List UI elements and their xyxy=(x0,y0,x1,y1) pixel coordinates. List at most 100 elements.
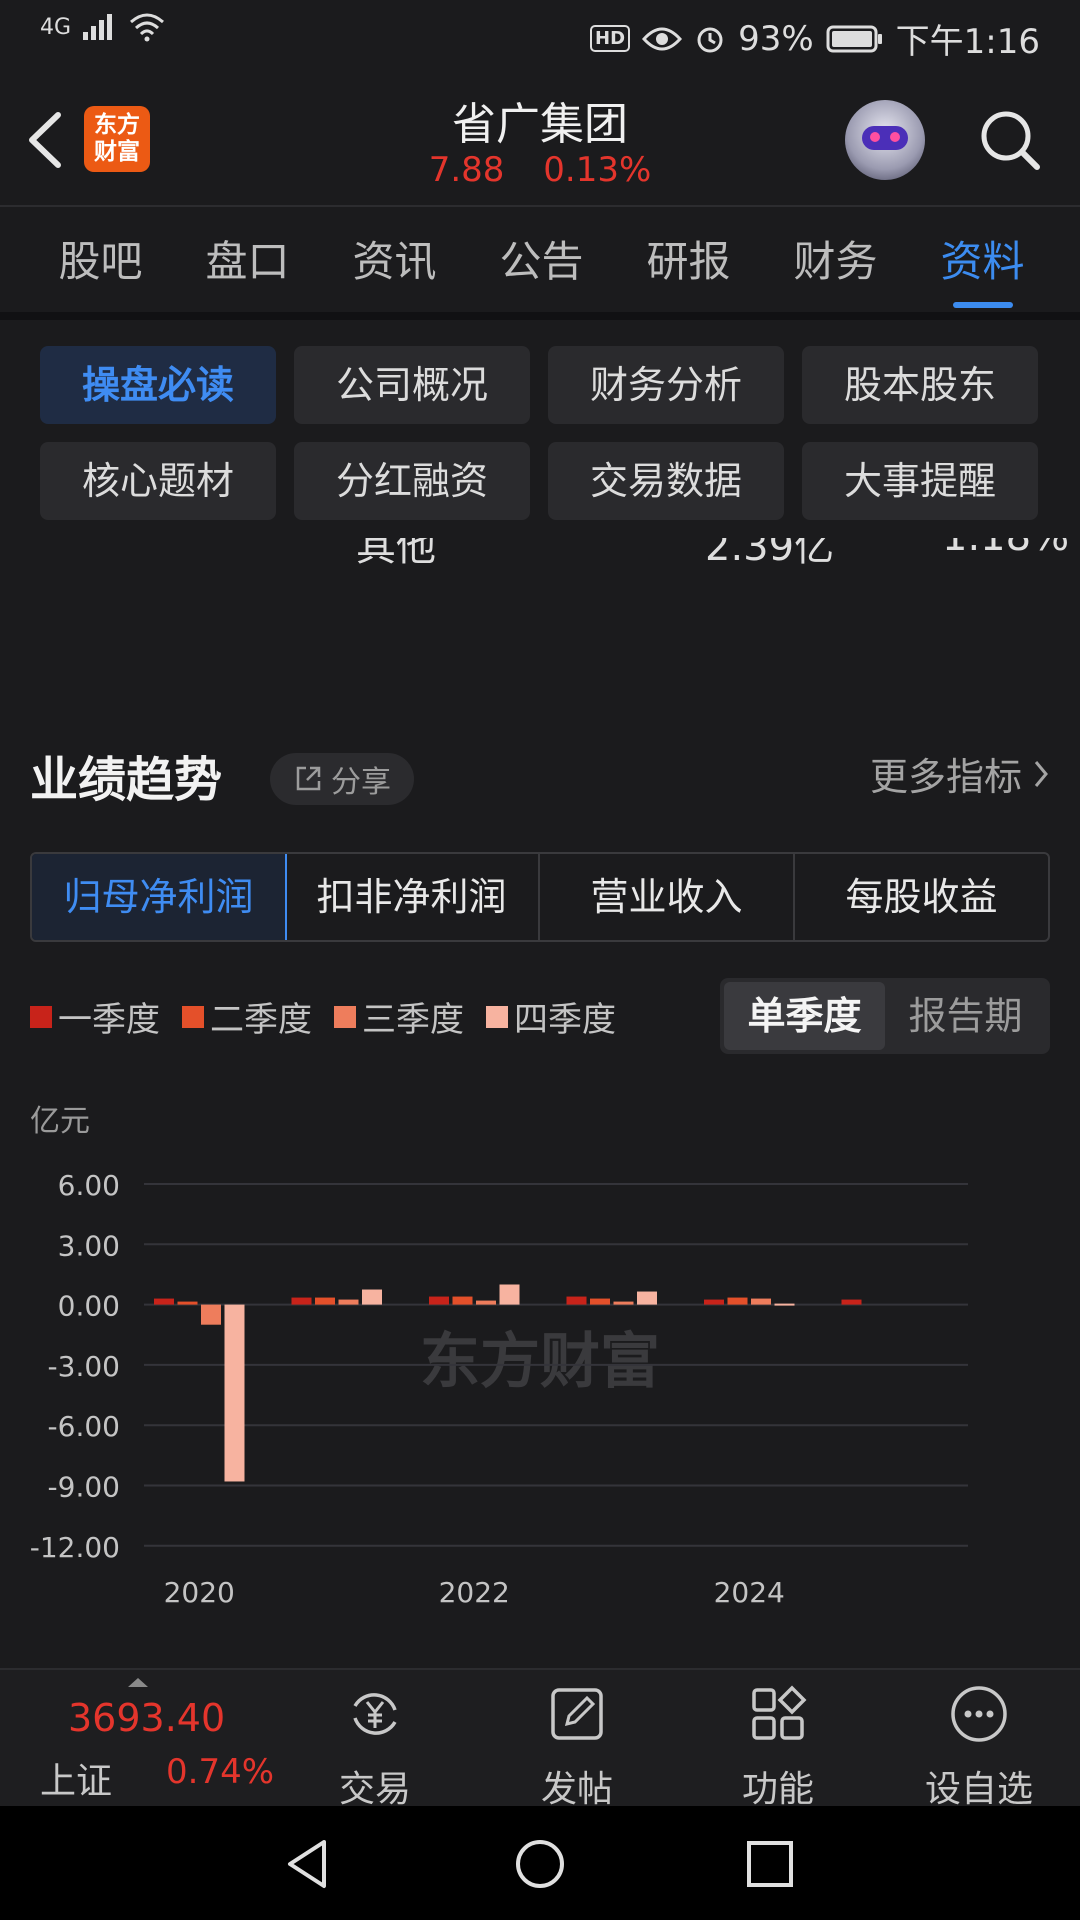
bar-四季度-2020[interactable] xyxy=(224,1304,245,1482)
bar-三季度-2024[interactable] xyxy=(751,1298,771,1305)
tab-1[interactable]: 盘口 xyxy=(174,222,321,310)
bar-三季度-2022[interactable] xyxy=(476,1300,496,1305)
bar-一季度-2025[interactable] xyxy=(841,1299,862,1305)
bar-一季度-2024[interactable] xyxy=(704,1299,724,1305)
sub-nav-item-6[interactable]: 交易数据 xyxy=(548,442,784,520)
index-caret-icon[interactable] xyxy=(128,1678,148,1687)
index-change[interactable]: 0.74% xyxy=(166,1752,274,1792)
tab-4[interactable]: 研报 xyxy=(615,222,762,310)
more-icon xyxy=(951,1686,1007,1742)
tab-0[interactable]: 股吧 xyxy=(27,222,174,310)
legend-item-2[interactable]: 三季度 xyxy=(334,992,464,1041)
nav-add-watchlist-label: 设自选 xyxy=(924,1769,1033,1810)
assistant-robot-icon[interactable] xyxy=(845,100,925,180)
logo-text-2: 财富 xyxy=(94,139,140,165)
battery-percent: 93% xyxy=(738,18,814,59)
y-tick-label: 0.00 xyxy=(58,1290,120,1323)
chevron-right-icon xyxy=(1034,760,1048,787)
y-tick-label: -9.00 xyxy=(48,1471,120,1504)
hd-icon: HD xyxy=(590,25,631,52)
partial-row-name: 其他 xyxy=(356,538,436,570)
sub-nav-item-4[interactable]: 核心题材 xyxy=(40,442,276,520)
nav-post[interactable]: 发帖 xyxy=(502,1682,652,1812)
partial-row-pct: 1.18% xyxy=(942,538,1069,560)
bar-四季度-2021[interactable] xyxy=(362,1289,382,1305)
bar-一季度-2022[interactable] xyxy=(429,1296,449,1305)
sub-nav-item-5[interactable]: 分红融资 xyxy=(294,442,530,520)
back-button[interactable] xyxy=(22,105,70,175)
sub-nav-item-7[interactable]: 大事提醒 xyxy=(802,442,1038,520)
period-option-1[interactable]: 报告期 xyxy=(885,982,1046,1050)
signal-icon xyxy=(83,14,113,40)
tab-6[interactable]: 资料 xyxy=(909,222,1056,310)
search-icon xyxy=(981,111,1040,170)
y-tick-label: 3.00 xyxy=(58,1229,120,1262)
bar-三季度-2020[interactable] xyxy=(201,1304,221,1325)
nav-add-watchlist[interactable]: 设自选 xyxy=(904,1682,1054,1812)
legend-swatch xyxy=(486,1005,508,1028)
app-logo[interactable]: 东方 财富 xyxy=(84,106,150,172)
y-tick-label: -6.00 xyxy=(48,1410,120,1443)
bar-二季度-2023[interactable] xyxy=(590,1298,610,1305)
index-name[interactable]: 上证 xyxy=(40,1752,112,1804)
legend-label: 二季度 xyxy=(210,1000,312,1040)
nav-functions[interactable]: 功能 xyxy=(703,1682,853,1812)
bar-二季度-2020[interactable] xyxy=(177,1301,198,1305)
bar-四季度-2023[interactable] xyxy=(637,1291,657,1305)
sub-nav-item-2[interactable]: 财务分析 xyxy=(548,346,784,424)
bar-三季度-2021[interactable] xyxy=(338,1299,359,1305)
legend-item-1[interactable]: 二季度 xyxy=(182,992,312,1041)
index-value[interactable]: 3693.40 xyxy=(68,1696,225,1740)
share-button[interactable]: 分享 xyxy=(270,753,414,805)
period-option-0[interactable]: 单季度 xyxy=(724,982,885,1050)
sub-nav-item-1[interactable]: 公司概况 xyxy=(294,346,530,424)
more-indicators-link[interactable]: 更多指标 xyxy=(870,746,1050,801)
system-home-icon[interactable] xyxy=(512,1836,568,1892)
tab-3[interactable]: 公告 xyxy=(468,222,615,310)
system-nav-bar xyxy=(0,1806,1080,1920)
section-title: 业绩趋势 xyxy=(30,752,223,808)
tab-5[interactable]: 财务 xyxy=(762,222,909,310)
search-button[interactable] xyxy=(975,105,1045,175)
legend-swatch xyxy=(182,1005,204,1028)
bar-三季度-2023[interactable] xyxy=(613,1301,634,1305)
sub-nav-item-0[interactable]: 操盘必读 xyxy=(40,346,276,424)
grid-icon xyxy=(752,1685,807,1740)
metric-option-2[interactable]: 营业收入 xyxy=(540,854,795,940)
system-back-icon[interactable] xyxy=(280,1836,336,1892)
bar-二季度-2022[interactable] xyxy=(452,1296,473,1305)
metric-option-1[interactable]: 扣非净利润 xyxy=(285,854,540,940)
x-tick-label: 2024 xyxy=(714,1576,785,1609)
legend-label: 一季度 xyxy=(58,1000,160,1040)
bar-一季度-2023[interactable] xyxy=(566,1296,587,1305)
bar-二季度-2021[interactable] xyxy=(315,1297,335,1305)
nav-trade[interactable]: 交易 xyxy=(300,1682,450,1812)
bar-四季度-2022[interactable] xyxy=(499,1284,520,1305)
bar-四季度-2024[interactable] xyxy=(774,1303,795,1306)
system-recents-icon[interactable] xyxy=(742,1836,798,1892)
metric-option-0[interactable]: 归母净利润 xyxy=(32,854,287,940)
stock-quote: 7.88 0.13% xyxy=(340,150,740,190)
legend-swatch xyxy=(30,1005,52,1028)
edit-icon xyxy=(551,1688,603,1740)
legend-item-3[interactable]: 四季度 xyxy=(486,992,616,1041)
bar-一季度-2021[interactable] xyxy=(291,1297,312,1305)
bar-一季度-2020[interactable] xyxy=(154,1298,174,1305)
main-tabs: 股吧 盘口 资讯 公告 研报 财务 资料 xyxy=(0,222,1080,310)
sub-nav: 操盘必读 公司概况 财务分析 股本股东核心题材 分红融资 交易数据 大事提醒 xyxy=(40,346,1040,520)
status-right: HD 93% 下午1:16 xyxy=(590,14,1040,63)
network-type: 4G xyxy=(40,14,72,40)
legend-item-0[interactable]: 一季度 xyxy=(30,992,160,1041)
sub-nav-item-3[interactable]: 股本股东 xyxy=(802,346,1038,424)
tab-2[interactable]: 资讯 xyxy=(321,222,468,310)
metric-option-3[interactable]: 每股收益 xyxy=(795,854,1048,940)
battery-icon xyxy=(826,25,882,52)
chevron-left-icon xyxy=(29,112,61,168)
metric-selector: 归母净利润 扣非净利润 营业收入 每股收益 xyxy=(30,852,1050,942)
period-toggle: 单季度 报告期 xyxy=(720,978,1050,1054)
chart-unit: 亿元 xyxy=(30,1104,90,1139)
tabs-separator xyxy=(0,312,1080,320)
bar-二季度-2024[interactable] xyxy=(727,1297,748,1305)
legend-swatch xyxy=(334,1005,356,1028)
legend-label: 四季度 xyxy=(514,1000,616,1040)
